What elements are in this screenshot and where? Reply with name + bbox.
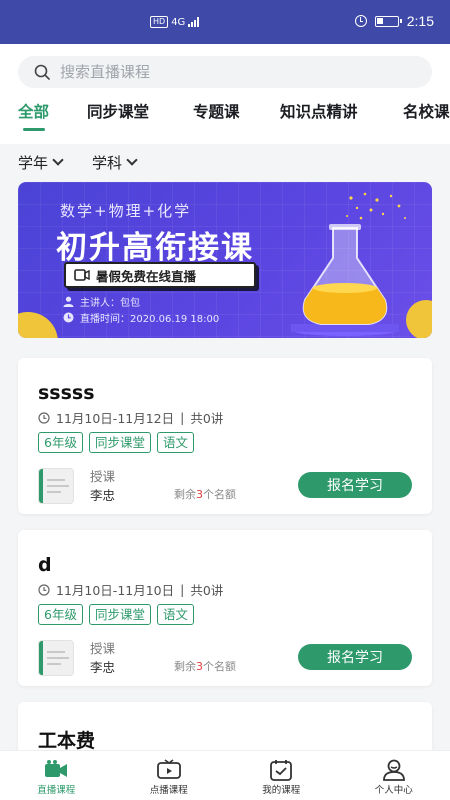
course-date-range: 11月10日-11月12日 — [56, 411, 175, 426]
banner-time: 直播时间：2020.06.19 18:00 — [63, 310, 219, 325]
tab-special-topic[interactable]: 专题课 — [193, 100, 240, 122]
battery-icon — [374, 15, 402, 27]
user-icon — [382, 759, 405, 781]
remaining-count: 3 — [196, 488, 203, 501]
nav-label: 个人中心 — [374, 785, 413, 796]
nav-live-courses[interactable]: 直播课程 — [0, 751, 113, 800]
network-indicators: HD 4G — [150, 16, 200, 28]
tag-category: 同步课堂 — [88, 604, 151, 625]
tv-icon — [156, 759, 181, 779]
network-type: 4G — [171, 16, 186, 28]
course-card[interactable]: sssss 11月10日-11月12日 | 共0讲 6年级 同步课堂 语文 授课… — [18, 358, 432, 514]
remaining-suffix: 个名额 — [203, 660, 236, 673]
teacher-name: 李忠 — [90, 488, 116, 503]
tab-sync-class[interactable]: 同步课堂 — [87, 100, 149, 122]
teacher-role: 授课 — [90, 469, 116, 484]
course-date-range: 11月10日-11月10日 — [56, 583, 175, 598]
tag-category: 同步课堂 — [88, 432, 151, 453]
banner-time-text: 直播时间：2020.06.19 18:00 — [80, 314, 220, 325]
promo-banner[interactable]: 数学+物理+化学 初升高衔接课 暑假免费在线直播 主讲人：包包 直播时间：202… — [18, 182, 432, 338]
nav-label: 点播课程 — [149, 785, 188, 796]
course-meta: 11月10日-11月12日 | 共0讲 — [38, 408, 223, 427]
tab-knowledge-points[interactable]: 知识点精讲 — [280, 100, 358, 122]
clock-icon — [38, 583, 50, 596]
tag-subject: 语文 — [156, 604, 194, 625]
nav-profile[interactable]: 个人中心 — [338, 751, 450, 800]
filter-bar: 学年 学科 — [18, 150, 138, 174]
category-tabs: 全部 同步课堂 专题课 知识点精讲 名校课 — [0, 98, 450, 138]
tab-famous-school[interactable]: 名校课 — [403, 100, 450, 122]
meta-divider: | — [180, 582, 185, 597]
banner-subjects: 数学+物理+化学 — [60, 202, 192, 220]
enroll-button[interactable]: 报名学习 — [298, 644, 412, 670]
course-title: sssss — [38, 382, 95, 404]
nav-label: 我的课程 — [262, 785, 301, 796]
filter-school-year-label: 学年 — [18, 153, 49, 172]
remaining-seats: 剩余3个名额 — [174, 658, 236, 674]
tag-grade: 6年级 — [38, 432, 83, 453]
flask-illustration — [291, 192, 406, 336]
clock: 2:15 — [406, 13, 434, 29]
remaining-prefix: 剩余 — [174, 660, 196, 673]
clock-icon — [63, 312, 74, 323]
nav-my-courses[interactable]: 我的课程 — [225, 751, 338, 800]
search-icon — [34, 64, 50, 80]
alarm-icon — [354, 15, 367, 27]
course-lessons: 共0讲 — [190, 411, 224, 426]
banner-tag: 暑假免费在线直播 — [64, 262, 256, 288]
filter-subject-label: 学科 — [92, 153, 123, 172]
clock-icon — [38, 411, 50, 424]
person-icon — [63, 296, 74, 307]
remaining-count: 3 — [196, 660, 203, 673]
video-icon — [74, 269, 90, 281]
remaining-seats: 剩余3个名额 — [174, 486, 236, 502]
calendar-icon — [270, 760, 293, 781]
filter-school-year[interactable]: 学年 — [18, 150, 64, 174]
teacher-name: 李忠 — [90, 660, 116, 675]
chevron-down-icon — [52, 154, 64, 166]
tab-all[interactable]: 全部 — [18, 100, 49, 122]
remaining-suffix: 个名额 — [203, 488, 236, 501]
search-input[interactable] — [60, 63, 380, 81]
filter-subject[interactable]: 学科 — [92, 150, 138, 174]
teacher-avatar — [38, 640, 74, 676]
course-lessons: 共0讲 — [190, 583, 224, 598]
enroll-button[interactable]: 报名学习 — [298, 472, 412, 498]
course-tags: 6年级 同步课堂 语文 — [38, 604, 194, 625]
tag-grade: 6年级 — [38, 604, 83, 625]
course-meta: 11月10日-11月10日 | 共0讲 — [38, 580, 223, 599]
teacher-avatar — [38, 468, 74, 504]
hd-badge: HD — [150, 16, 169, 28]
banner-tag-text: 暑假免费在线直播 — [96, 268, 197, 284]
nav-label: 直播课程 — [37, 785, 76, 796]
course-tags: 6年级 同步课堂 语文 — [38, 432, 194, 453]
course-title: d — [38, 554, 52, 576]
banner-title: 初升高衔接课 — [56, 230, 254, 266]
banner-lecturer: 主讲人：包包 — [63, 294, 140, 309]
course-title: 工本费 — [38, 730, 96, 752]
remaining-prefix: 剩余 — [174, 488, 196, 501]
teacher-role: 授课 — [90, 641, 116, 656]
course-card[interactable]: d 11月10日-11月10日 | 共0讲 6年级 同步课堂 语文 授课 李忠 … — [18, 530, 432, 686]
banner-lecturer-text: 主讲人：包包 — [80, 298, 140, 309]
live-camera-icon — [45, 760, 68, 777]
signal-icon — [188, 17, 200, 27]
nav-vod-courses[interactable]: 点播课程 — [113, 751, 226, 800]
bottom-navigation: 直播课程 点播课程 我的课程 个人中心 — [0, 750, 450, 800]
active-tab-indicator — [23, 128, 45, 131]
status-bar: HD 4G 2:15 — [0, 0, 450, 44]
tag-subject: 语文 — [156, 432, 194, 453]
search-bar[interactable] — [18, 56, 432, 88]
header: 全部 同步课堂 专题课 知识点精讲 名校课 — [0, 44, 450, 144]
chevron-down-icon — [126, 154, 138, 166]
meta-divider: | — [180, 410, 185, 425]
